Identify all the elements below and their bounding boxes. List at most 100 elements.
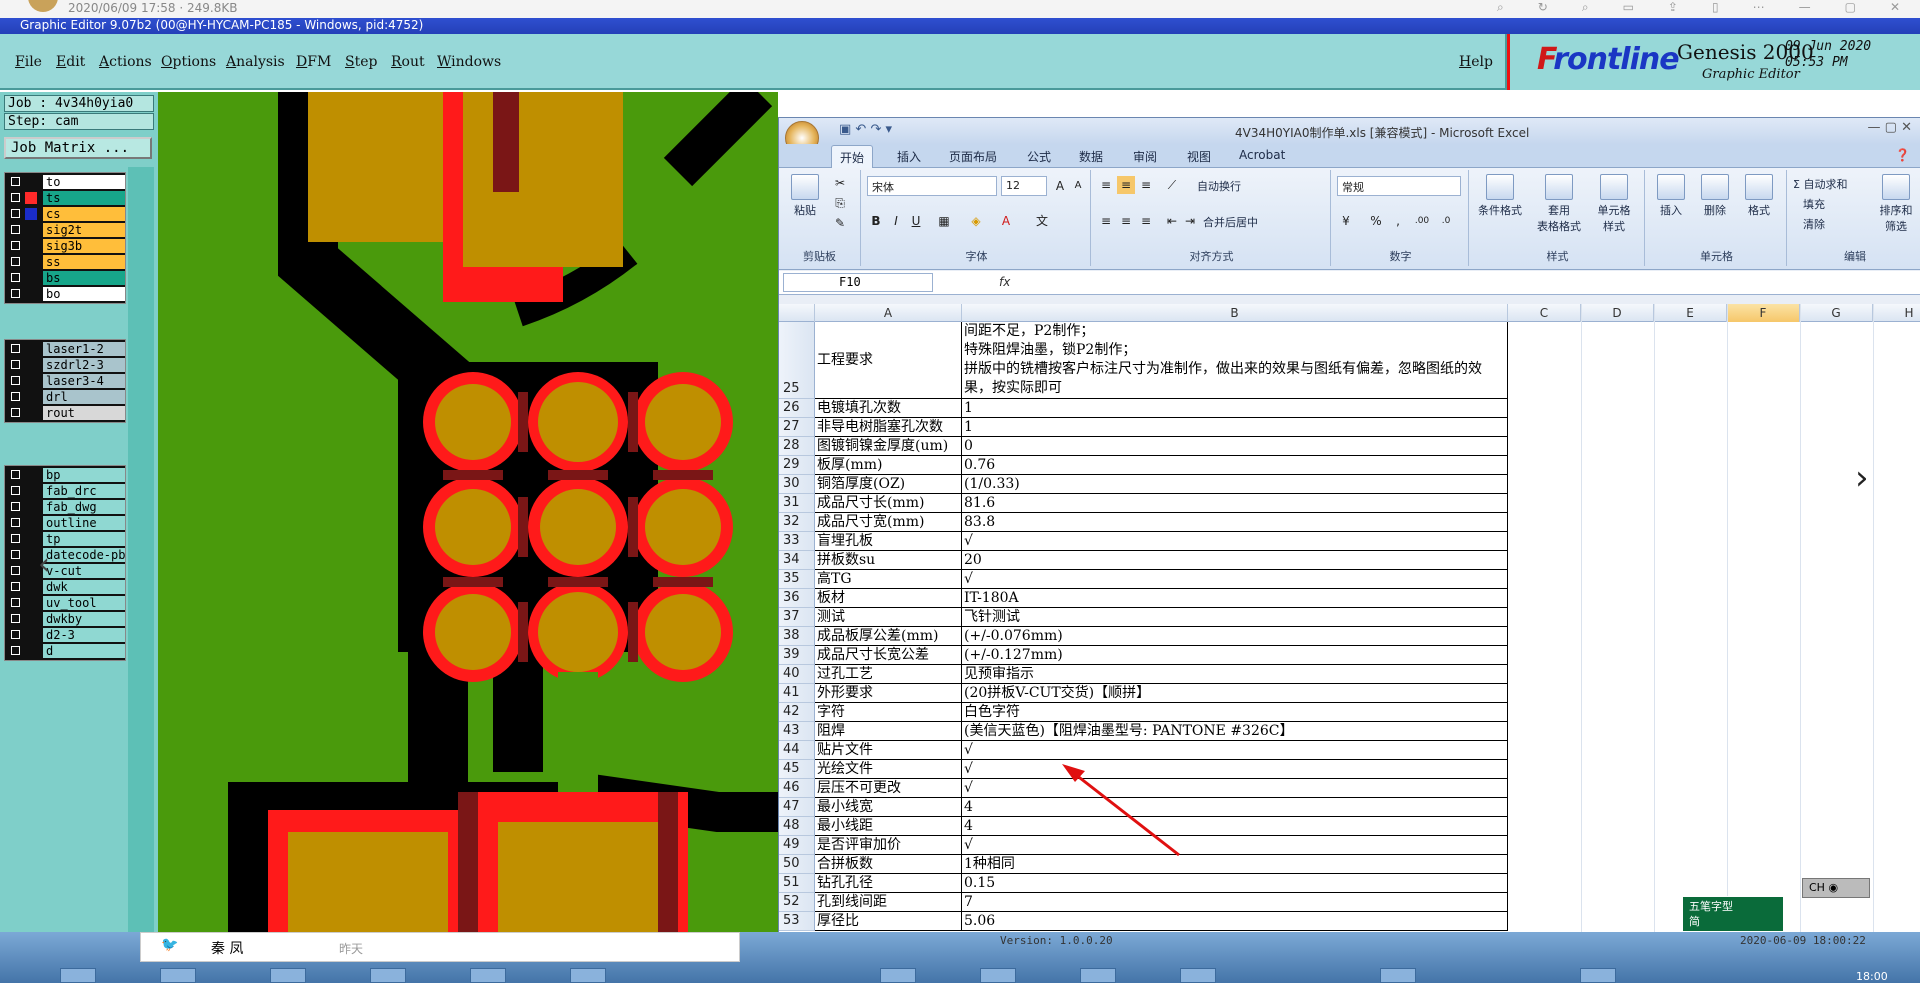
panel-scrollbar[interactable]	[128, 167, 154, 957]
taskbar-app-icon[interactable]	[60, 968, 96, 983]
layer-checkbox[interactable]	[11, 209, 20, 218]
job-matrix-button[interactable]: Job Matrix ...	[4, 137, 152, 159]
menu-windows[interactable]: Windows	[437, 54, 501, 70]
format-as-table-button[interactable]: 套用 表格格式	[1531, 174, 1587, 234]
layer-checkbox[interactable]	[11, 614, 20, 623]
taskbar-app-icon[interactable]	[1380, 968, 1416, 983]
menu-options[interactable]: Options	[161, 54, 216, 70]
layer-name[interactable]: ts	[43, 191, 125, 205]
layer-name[interactable]: bo	[43, 287, 125, 301]
layer-row[interactable]: bo	[5, 286, 125, 302]
taskbar-app-icon[interactable]	[980, 968, 1016, 983]
taskbar-app-icon[interactable]	[880, 968, 916, 983]
taskbar-app-icon[interactable]	[570, 968, 606, 983]
layer-color-swatch[interactable]	[25, 629, 37, 641]
insert-cells-button[interactable]: 插入	[1651, 174, 1691, 218]
layer-name[interactable]: fab_drc	[43, 484, 125, 498]
pcb-canvas[interactable]	[158, 92, 778, 932]
layer-name[interactable]: dwkby	[43, 612, 125, 626]
format-cells-button[interactable]: 格式	[1739, 174, 1779, 218]
layer-color-swatch[interactable]	[25, 517, 37, 529]
align-right-icon[interactable]: ≡	[1137, 212, 1155, 230]
layer-color-swatch[interactable]	[25, 224, 37, 236]
layer-row[interactable]: sig3b	[5, 238, 125, 254]
align-bottom-icon[interactable]: ≡	[1137, 176, 1155, 194]
maximize-icon[interactable]: ▢	[1845, 0, 1856, 15]
align-middle-icon[interactable]: ≡	[1117, 176, 1135, 194]
layer-row[interactable]: sig2t	[5, 222, 125, 238]
layer-name[interactable]: d	[43, 644, 125, 658]
layer-row[interactable]: tp	[5, 531, 125, 547]
layer-color-swatch[interactable]	[25, 501, 37, 513]
align-top-icon[interactable]: ≡	[1097, 176, 1115, 194]
layer-name[interactable]: fab_dwg	[43, 500, 125, 514]
layer-checkbox[interactable]	[11, 534, 20, 543]
layer-checkbox[interactable]	[11, 177, 20, 186]
layer-name[interactable]: szdrl2-3	[43, 358, 125, 372]
layer-checkbox[interactable]	[11, 646, 20, 655]
layer-checkbox[interactable]	[11, 470, 20, 479]
layer-name[interactable]: sig3b	[43, 239, 125, 253]
layer-name[interactable]: sig2t	[43, 223, 125, 237]
tab-insert[interactable]: 插入	[897, 148, 921, 165]
next-image-icon[interactable]: ›	[1855, 458, 1869, 498]
menu-actions[interactable]: Actions	[99, 54, 152, 70]
layer-checkbox[interactable]	[11, 273, 20, 282]
layer-checkbox[interactable]	[11, 241, 20, 250]
layer-color-swatch[interactable]	[25, 645, 37, 657]
layer-color-swatch[interactable]	[25, 176, 37, 188]
delete-cells-button[interactable]: 删除	[1695, 174, 1735, 218]
layer-checkbox[interactable]	[11, 376, 20, 385]
layer-row[interactable]: laser1-2	[5, 341, 125, 357]
conditional-format-button[interactable]: 条件格式	[1475, 174, 1525, 218]
layer-row[interactable]: to	[5, 174, 125, 190]
zoom-icon[interactable]: ⌕	[1497, 0, 1504, 15]
fill-color-icon[interactable]: ◈	[967, 212, 985, 230]
phonetic-icon[interactable]: 文	[1033, 212, 1051, 230]
tab-review[interactable]: 审阅	[1133, 148, 1157, 165]
layer-row[interactable]: datecode-pb	[5, 547, 125, 563]
layer-name[interactable]: tp	[43, 532, 125, 546]
layer-color-swatch[interactable]	[25, 565, 37, 577]
grow-font-icon[interactable]: A	[1051, 177, 1069, 195]
format-painter-icon[interactable]: ✎	[831, 214, 849, 232]
tab-view[interactable]: 视图	[1187, 148, 1211, 165]
layer-name[interactable]: d2-3	[43, 628, 125, 642]
minimize-icon[interactable]: —	[1799, 0, 1811, 15]
rotate-icon[interactable]: ↻	[1538, 0, 1548, 15]
layer-color-swatch[interactable]	[25, 613, 37, 625]
fx-icon[interactable]: fx	[999, 275, 1010, 289]
taskbar-app-icon[interactable]	[1180, 968, 1216, 983]
layer-name[interactable]: drl	[43, 390, 125, 404]
shrink-font-icon[interactable]: A	[1069, 177, 1087, 195]
share-icon[interactable]: ⇪	[1668, 0, 1678, 15]
layer-color-swatch[interactable]	[25, 549, 37, 561]
comma-button[interactable]: ,	[1389, 212, 1407, 230]
layer-checkbox[interactable]	[11, 630, 20, 639]
menu-step[interactable]: Step	[345, 54, 377, 70]
layer-color-swatch[interactable]	[25, 359, 37, 371]
layer-checkbox[interactable]	[11, 550, 20, 559]
layer-color-swatch[interactable]	[25, 597, 37, 609]
increase-decimal-icon[interactable]: .00	[1413, 212, 1431, 230]
layer-row[interactable]: d2-3	[5, 627, 125, 643]
layer-color-swatch[interactable]	[25, 272, 37, 284]
layer-name[interactable]: bp	[43, 468, 125, 482]
help-icon[interactable]: ❓	[1895, 148, 1910, 162]
layer-name[interactable]: uv_tool	[43, 596, 125, 610]
autosum-button[interactable]: Σ 自动求和	[1793, 176, 1847, 192]
quick-access-icons[interactable]: ▣ ↶ ↷ ▾	[839, 122, 892, 137]
save-icon[interactable]: ▭	[1623, 0, 1634, 15]
layer-row[interactable]: fab_drc	[5, 483, 125, 499]
decrease-decimal-icon[interactable]: .0	[1437, 212, 1455, 230]
layer-name[interactable]: outline	[43, 516, 125, 530]
currency-icon[interactable]: ¥	[1337, 212, 1355, 230]
layer-row[interactable]: bp	[5, 467, 125, 483]
taskbar-app-icon[interactable]	[470, 968, 506, 983]
italic-button[interactable]: I	[887, 212, 905, 230]
taskbar-app-icon[interactable]	[270, 968, 306, 983]
layer-row[interactable]: d	[5, 643, 125, 659]
layer-row[interactable]: v-cut	[5, 563, 125, 579]
menu-rout[interactable]: Rout	[391, 54, 425, 70]
ime-toolbar[interactable]: 五笔字型 简	[1682, 896, 1784, 932]
